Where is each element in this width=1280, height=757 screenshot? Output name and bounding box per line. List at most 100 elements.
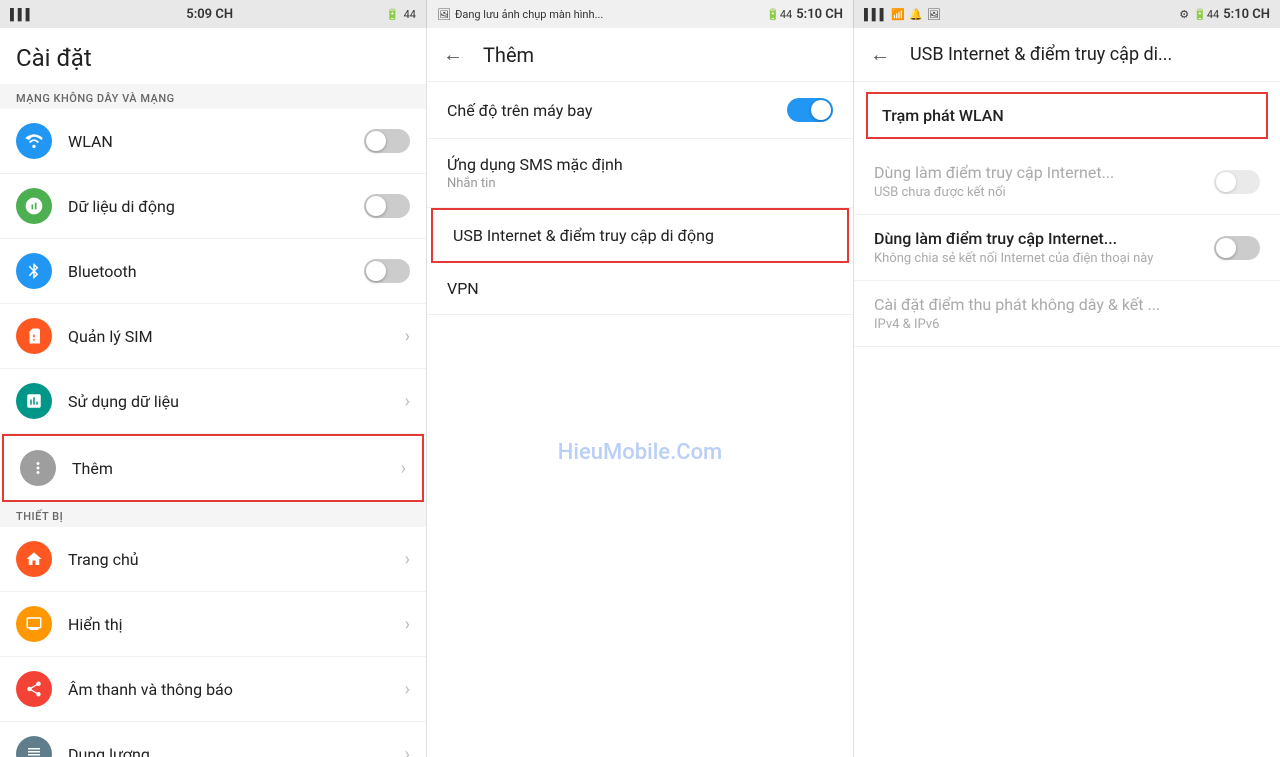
them-label: Thêm <box>72 459 401 478</box>
settings-item-them[interactable]: Thêm › <box>2 434 424 502</box>
display-label: Hiển thị <box>68 615 405 634</box>
settings-item-wlan[interactable]: WLAN <box>0 109 426 174</box>
screens-container: Cài đặt MẠNG KHÔNG DÂY VÀ MẠNG WLAN Dữ l… <box>0 28 1280 757</box>
status-bar-screen3: ▌▌▌ 📶 🔔 🖼 ⚙ 🔋44 5:10 CH <box>854 0 1280 28</box>
screen-settings: Cài đặt MẠNG KHÔNG DÂY VÀ MẠNG WLAN Dữ l… <box>0 28 427 757</box>
display-chevron-icon: › <box>405 614 410 635</box>
settings-item-home[interactable]: Trang chủ › <box>0 527 426 592</box>
signal-icons: ▌▌▌ <box>10 8 33 21</box>
mobile-tethering-sub: Không chia sẻ kết nối Internet của điện … <box>874 251 1204 266</box>
wifi-settings-label: Cài đặt điểm thu phát không dây & kết ..… <box>874 295 1260 314</box>
them-item-vpn[interactable]: VPN <box>427 263 853 315</box>
settings-item-sim[interactable]: Quản lý SIM › <box>0 304 426 369</box>
screen3-header: ← USB Internet & điểm truy cập di... <box>854 28 1280 82</box>
settings-item-storage[interactable]: Dung lượng › <box>0 722 426 757</box>
wifi-settings-sub: IPv4 & IPv6 <box>874 317 1260 332</box>
data-usage-text: Sử dụng dữ liệu <box>68 392 405 411</box>
wlan-toggle[interactable] <box>364 129 410 153</box>
usb-label: USB Internet & điểm truy cập di động <box>453 226 827 245</box>
time-screen1: 5:09 CH <box>186 7 233 22</box>
screen2-title: Thêm <box>483 43 534 67</box>
watermark: HieuMobile.Com <box>558 440 722 465</box>
photo-icon: 🖼 <box>437 8 451 21</box>
data-usage-icon <box>16 383 52 419</box>
tram-phat-section[interactable]: Trạm phát WLAN <box>866 92 1268 139</box>
sound-label: Âm thanh và thông báo <box>68 680 405 699</box>
battery-icons-2: 🔋44 5:10 CH <box>766 7 843 22</box>
airplane-label: Chế độ trên máy bay <box>447 101 592 120</box>
bluetooth-label: Bluetooth <box>68 262 364 281</box>
data-usage-label: Sử dụng dữ liệu <box>68 392 405 411</box>
usb-tethering-sub: USB chưa được kết nối <box>874 185 1114 200</box>
bluetooth-toggle-area <box>364 259 410 283</box>
signal-icon: ▌▌▌ <box>10 8 33 21</box>
sms-label: Ứng dụng SMS mặc định <box>447 155 833 174</box>
screen-usb: ← USB Internet & điểm truy cập di... Trạ… <box>854 28 1280 757</box>
settings-item-display[interactable]: Hiển thị › <box>0 592 426 657</box>
status-bar-screen2: 🖼 Đang lưu ảnh chụp màn hình... 🔋44 5:10… <box>427 0 854 28</box>
battery-icons-3: ⚙ 🔋44 5:10 CH <box>1179 7 1270 22</box>
settings-item-mobile-data[interactable]: Dữ liệu di động <box>0 174 426 239</box>
display-icon <box>16 606 52 642</box>
screen2-header: ← Thêm <box>427 28 853 82</box>
screen3-title: USB Internet & điểm truy cập di... <box>910 44 1264 65</box>
them-item-usb[interactable]: USB Internet & điểm truy cập di động <box>431 208 849 263</box>
mobile-data-icon <box>16 188 52 224</box>
time-screen2: 5:10 CH <box>796 7 843 22</box>
usb-tethering-toggle <box>1214 170 1260 194</box>
sim-chevron: › <box>405 326 410 347</box>
usb-item-wifi-settings: Cài đặt điểm thu phát không dây & kết ..… <box>854 281 1280 347</box>
sim-label: Quản lý SIM <box>68 327 405 346</box>
back-button-screen3[interactable]: ← <box>870 42 890 67</box>
storage-label: Dung lượng <box>68 745 405 757</box>
them-chevron: › <box>401 458 406 479</box>
them-text: Thêm <box>72 459 401 478</box>
them-item-airplane[interactable]: Chế độ trên máy bay <box>427 82 853 139</box>
display-text: Hiển thị <box>68 615 405 634</box>
them-item-sms[interactable]: Ứng dụng SMS mặc định Nhắn tin <box>427 139 853 208</box>
usb-item-mobile-tethering[interactable]: Dùng làm điểm truy cập Internet... Không… <box>854 215 1280 281</box>
storage-text: Dung lượng <box>68 745 405 757</box>
time-screen3: 5:10 CH <box>1223 7 1270 22</box>
home-label: Trang chủ <box>68 550 405 569</box>
status-bar-screen1: ▌▌▌ 5:09 CH 🔋 44 <box>0 0 427 28</box>
tram-phat-label: Trạm phát WLAN <box>882 106 1252 125</box>
mobile-data-text: Dữ liệu di động <box>68 197 364 216</box>
storage-chevron-icon: › <box>405 744 410 757</box>
vpn-label: VPN <box>447 279 833 298</box>
mobile-data-label: Dữ liệu di động <box>68 197 364 216</box>
back-button-screen2[interactable]: ← <box>443 42 463 67</box>
usb-item-usb-tethering: Dùng làm điểm truy cập Internet... USB c… <box>854 149 1280 215</box>
wlan-toggle-area <box>364 129 410 153</box>
mobile-tethering-toggle[interactable] <box>1214 236 1260 260</box>
storage-icon <box>16 736 52 757</box>
bluetooth-toggle[interactable] <box>364 259 410 283</box>
notification-text: Đang lưu ảnh chụp màn hình... <box>455 8 603 21</box>
settings-header: Cài đặt <box>0 28 426 84</box>
settings-item-data-usage[interactable]: Sử dụng dữ liệu › <box>0 369 426 434</box>
screen-them: ← Thêm Chế độ trên máy bay Ứng dụng SMS … <box>427 28 854 757</box>
sound-chevron-icon: › <box>405 679 410 700</box>
home-chevron-icon: › <box>405 549 410 570</box>
mobile-tethering-label: Dùng làm điểm truy cập Internet... <box>874 229 1204 248</box>
home-text: Trang chủ <box>68 550 405 569</box>
sms-sub: Nhắn tin <box>447 176 833 191</box>
airplane-toggle[interactable] <box>787 98 833 122</box>
sound-text: Âm thanh và thông báo <box>68 680 405 699</box>
wlan-icon <box>16 123 52 159</box>
sim-icon <box>16 318 52 354</box>
settings-title: Cài đặt <box>16 44 410 72</box>
home-icon <box>16 541 52 577</box>
usb-tethering-row: Dùng làm điểm truy cập Internet... USB c… <box>874 163 1260 200</box>
settings-item-bluetooth[interactable]: Bluetooth <box>0 239 426 304</box>
battery-icons-1: 🔋 44 <box>386 8 416 21</box>
mobile-data-toggle[interactable] <box>364 194 410 218</box>
airplane-row: Chế độ trên máy bay <box>447 98 833 122</box>
section-label-network: MẠNG KHÔNG DÂY VÀ MẠNG <box>0 84 426 109</box>
mobile-tethering-row: Dùng làm điểm truy cập Internet... Không… <box>874 229 1260 266</box>
notification-area: 🖼 Đang lưu ảnh chụp màn hình... <box>437 8 603 21</box>
bluetooth-text: Bluetooth <box>68 262 364 281</box>
settings-item-sound[interactable]: Âm thanh và thông báo › <box>0 657 426 722</box>
bluetooth-icon <box>16 253 52 289</box>
mobile-data-toggle-area <box>364 194 410 218</box>
